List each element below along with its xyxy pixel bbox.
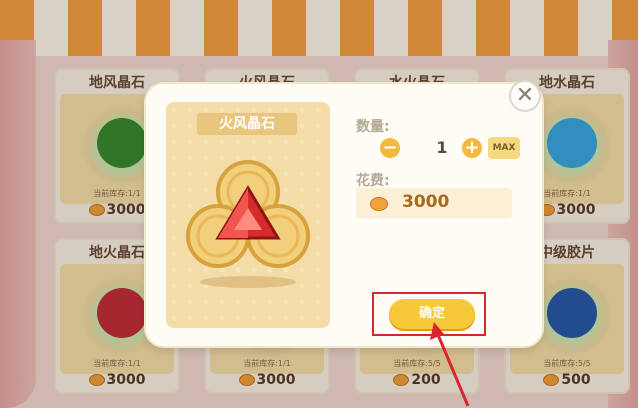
crystal-icon (186, 160, 310, 288)
cost-label: 花费: (356, 173, 390, 189)
max-button[interactable]: MAX (488, 137, 520, 159)
minus-button[interactable]: − (380, 138, 400, 158)
quantity-label: 数量: (356, 119, 390, 135)
cost-box: 3000 (356, 188, 512, 218)
close-button[interactable]: ✕ (511, 82, 539, 110)
item-name: 火风晶石 (197, 113, 297, 135)
cost-value: 3000 (402, 192, 450, 212)
coin-icon (370, 197, 388, 211)
plus-button[interactable]: + (462, 138, 482, 158)
pointer-arrow-icon (430, 322, 470, 407)
quantity-stepper: − 1 + MAX (376, 136, 522, 162)
